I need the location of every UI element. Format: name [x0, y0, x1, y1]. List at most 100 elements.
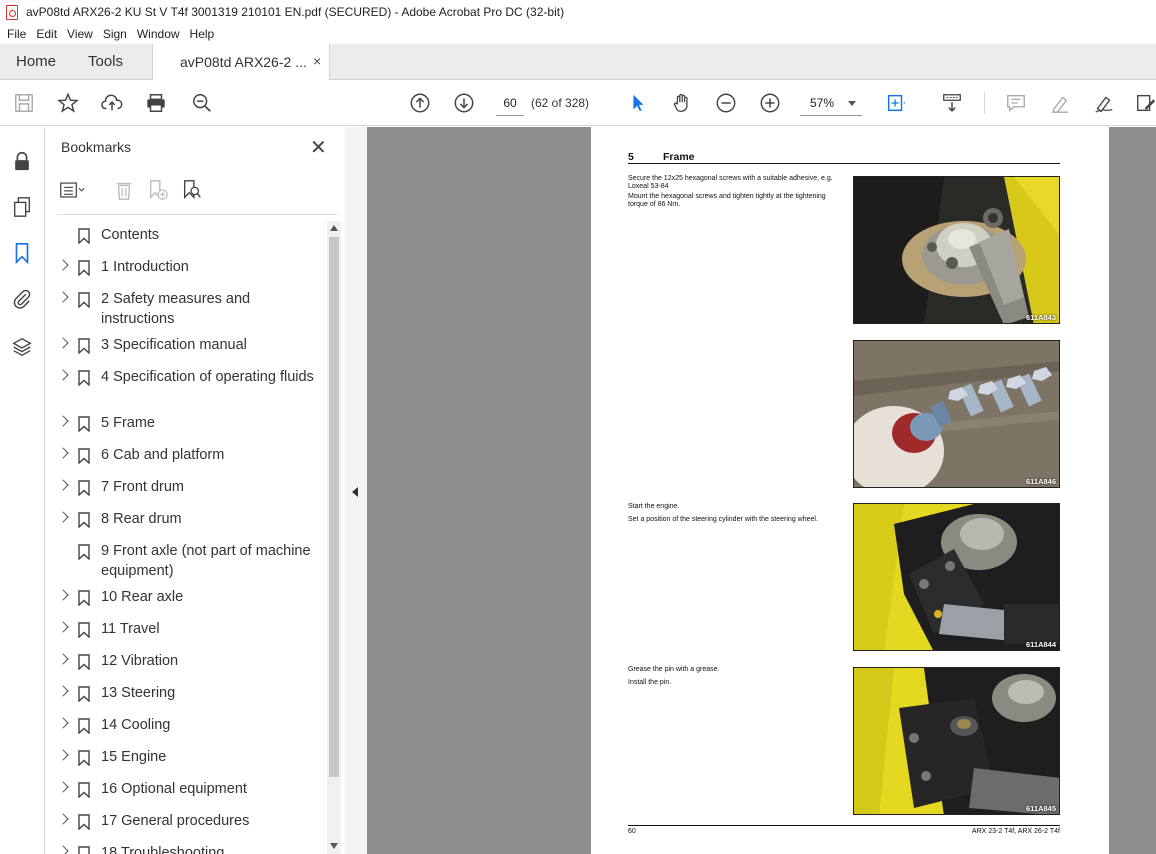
chevron-right-icon[interactable] — [57, 621, 69, 633]
chevron-right-icon[interactable] — [57, 781, 69, 793]
bookmark-panel-icon[interactable] — [10, 241, 34, 265]
scroll-up-icon[interactable] — [330, 225, 338, 231]
bookmark-item[interactable]: 12 Vibration — [45, 651, 327, 671]
scrollbar-thumb[interactable] — [329, 237, 339, 777]
chevron-right-icon[interactable] — [57, 415, 69, 427]
chevron-right-icon[interactable] — [57, 511, 69, 523]
scroll-mode-icon[interactable] — [940, 91, 964, 115]
bookmark-item[interactable]: 9 Front axle (not part of machine equipm… — [45, 541, 327, 581]
chevron-right-icon[interactable] — [57, 291, 69, 303]
zoom-level-select[interactable]: 57% — [800, 90, 862, 116]
bookmark-item[interactable]: 1 Introduction — [45, 257, 327, 277]
menu-sign[interactable]: Sign — [103, 27, 127, 41]
tab-home[interactable]: Home — [16, 53, 56, 70]
bookmark-item[interactable]: 10 Rear axle — [45, 587, 327, 607]
zoom-search-icon[interactable] — [190, 91, 214, 115]
attachment-paperclip-icon[interactable] — [10, 287, 34, 311]
print-icon[interactable] — [144, 91, 168, 115]
tab-document-label: avP08td ARX26-2 ... — [180, 54, 307, 70]
delete-bookmark-icon[interactable] — [111, 177, 137, 203]
find-bookmark-icon[interactable] — [179, 177, 205, 203]
bookmark-item[interactable]: 17 General procedures — [45, 811, 327, 831]
page-thumbnails-icon[interactable] — [10, 195, 34, 219]
photo-caption: 611A846 — [1025, 477, 1056, 486]
chevron-right-icon[interactable] — [57, 845, 69, 854]
pdf-page: 5 Frame Secure the 12x25 hexagonal screw… — [591, 127, 1109, 854]
bookmarks-toolbar — [59, 177, 239, 205]
menu-file[interactable]: File — [7, 27, 26, 41]
chevron-right-icon[interactable] — [57, 479, 69, 491]
select-cursor-icon[interactable] — [626, 91, 650, 115]
lock-icon[interactable] — [10, 149, 34, 173]
menu-window[interactable]: Window — [137, 27, 180, 41]
edit-pdf-icon[interactable] — [1134, 91, 1156, 115]
menu-bar: File Edit View Sign Window Help — [0, 24, 1156, 44]
chevron-right-icon[interactable] — [57, 369, 69, 381]
bookmark-item[interactable]: 3 Specification manual — [45, 335, 327, 355]
bookmark-icon — [78, 814, 90, 830]
photo-hex-screws: 611A846 — [853, 340, 1060, 488]
bookmark-item[interactable]: 6 Cab and platform — [45, 445, 327, 465]
tab-tools[interactable]: Tools — [88, 53, 123, 70]
bookmark-icon — [78, 686, 90, 702]
page-count: (62 of 328) — [531, 96, 590, 110]
bookmark-label: 3 Specification manual — [101, 337, 247, 353]
layers-icon[interactable] — [10, 335, 34, 359]
page-footer-number: 60 — [628, 828, 636, 835]
chevron-right-icon[interactable] — [57, 717, 69, 729]
chevron-right-icon[interactable] — [57, 447, 69, 459]
scroll-down-icon[interactable] — [330, 843, 338, 849]
chevron-right-icon[interactable] — [57, 653, 69, 665]
menu-edit[interactable]: Edit — [36, 27, 57, 41]
chevron-right-icon[interactable] — [57, 813, 69, 825]
previous-page-icon[interactable] — [408, 91, 432, 115]
highlight-pen-icon[interactable] — [1048, 91, 1072, 115]
save-icon[interactable] — [12, 91, 36, 115]
bookmark-label: Contents — [101, 227, 160, 243]
menu-help[interactable]: Help — [190, 27, 215, 41]
bookmark-item[interactable]: Contents — [45, 225, 327, 245]
photo-pin-installation: 611A845 — [853, 667, 1060, 815]
star-icon[interactable] — [56, 91, 80, 115]
bookmark-item[interactable]: 2 Safety measures and instructions — [45, 289, 327, 329]
bookmark-item[interactable]: 5 Frame — [45, 413, 327, 433]
instruction-line: Secure the 12x25 hexagonal screws with a… — [628, 175, 833, 190]
bookmark-label: 11 Travel — [101, 621, 160, 637]
new-bookmark-icon[interactable] — [145, 177, 171, 203]
close-icon[interactable]: ✕ — [310, 135, 327, 160]
chevron-right-icon[interactable] — [57, 749, 69, 761]
chevron-right-icon[interactable] — [57, 337, 69, 349]
bookmark-options-icon[interactable] — [59, 177, 85, 203]
bookmark-item[interactable]: 11 Travel — [45, 619, 327, 639]
bookmark-item[interactable]: 18 Troubleshooting — [45, 843, 327, 854]
bookmark-label: 16 Optional equipment — [101, 781, 247, 797]
bookmark-item[interactable]: 8 Rear drum — [45, 509, 327, 529]
bookmark-item[interactable]: 14 Cooling — [45, 715, 327, 735]
menu-view[interactable]: View — [67, 27, 93, 41]
collapse-panel-icon[interactable] — [352, 487, 358, 497]
tab-close-icon[interactable]: × — [313, 53, 321, 69]
bookmark-item[interactable]: 7 Front drum — [45, 477, 327, 497]
bookmark-icon — [78, 228, 90, 244]
bookmark-item[interactable]: 13 Steering — [45, 683, 327, 703]
hand-tool-icon[interactable] — [670, 91, 694, 115]
next-page-icon[interactable] — [452, 91, 476, 115]
bookmark-label: 4 Specification of operating fluids — [101, 369, 314, 385]
bookmark-label: 9 Front axle (not part of machine equipm… — [101, 543, 311, 579]
chevron-right-icon[interactable] — [57, 589, 69, 601]
bookmark-icon — [78, 544, 90, 560]
bookmark-item[interactable]: 4 Specification of operating fluids — [45, 367, 327, 407]
zoom-in-icon[interactable] — [758, 91, 782, 115]
bookmark-item[interactable]: 16 Optional equipment — [45, 779, 327, 799]
bookmarks-scrollbar[interactable] — [327, 221, 341, 854]
tab-document[interactable]: avP08td ARX26-2 ... × — [152, 44, 330, 81]
sign-pen-icon[interactable] — [1092, 91, 1116, 115]
chevron-right-icon[interactable] — [57, 685, 69, 697]
chevron-right-icon[interactable] — [57, 259, 69, 271]
fit-page-icon[interactable] — [884, 91, 908, 115]
bookmark-item[interactable]: 15 Engine — [45, 747, 327, 767]
comment-icon[interactable] — [1004, 91, 1028, 115]
page-number-input[interactable]: 60 — [496, 90, 524, 116]
cloud-upload-icon[interactable] — [100, 91, 124, 115]
zoom-out-icon[interactable] — [714, 91, 738, 115]
